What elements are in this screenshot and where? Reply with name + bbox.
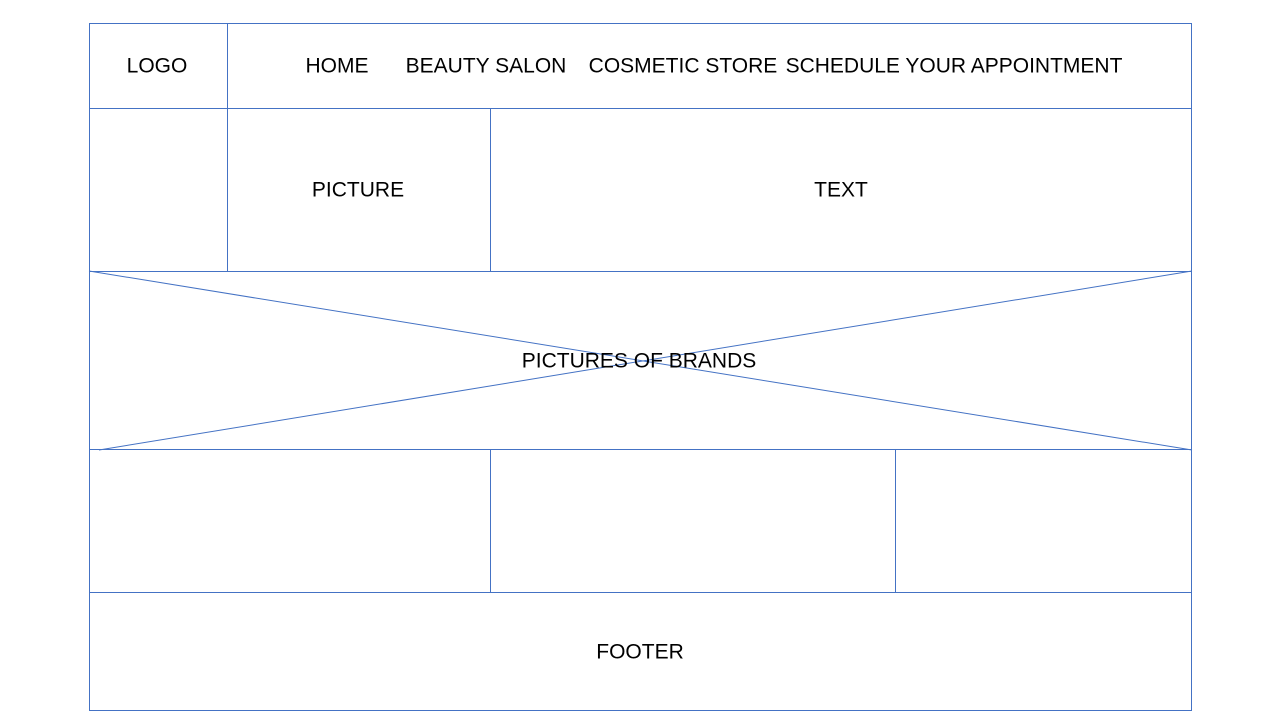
nav-item-schedule-appointment[interactable]: SCHEDULE YOUR APPOINTMENT (786, 56, 1123, 77)
content-box-1 (89, 449, 491, 593)
nav-item-beauty-salon[interactable]: BEAUTY SALON (406, 56, 567, 77)
nav-item-cosmetic-store[interactable]: COSMETIC STORE (589, 56, 778, 77)
brands-label: PICTURES OF BRANDS (521, 349, 757, 373)
content-box-2 (490, 449, 896, 593)
hero-text-label: TEXT (814, 178, 868, 202)
logo-label: LOGO (126, 54, 188, 78)
footer-label: FOOTER (596, 640, 684, 664)
hero-picture-label: PICTURE (311, 178, 405, 202)
content-box-3 (895, 449, 1192, 593)
nav-item-home[interactable]: HOME (306, 56, 369, 77)
